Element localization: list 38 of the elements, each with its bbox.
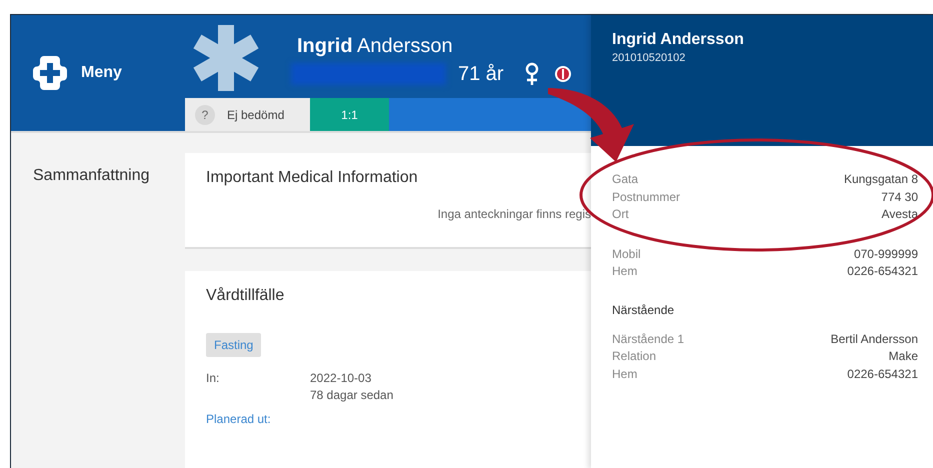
planned-out-link[interactable]: Planerad ut: [206,412,271,426]
field-value: 2022-10-03 [310,371,372,385]
detail-value: 0226-654321 [847,263,918,280]
female-icon [524,62,540,86]
field-label: In: [206,371,220,387]
sidebar-title[interactable]: Sammanfattning [33,167,150,184]
menu-button[interactable]: Meny [31,54,122,92]
section-heading: Närstående [612,302,676,316]
detail-label: Postnummer [612,188,680,206]
panel-name: Ingrid Andersson [612,31,745,49]
triage-tab[interactable]: ? Ej bedömd [185,98,310,131]
detail-value: 0226-654321 [847,366,918,382]
detail-value: Bertil Andersson [830,330,918,348]
detail-value: Avesta [882,206,918,223]
detail-label: Relation [612,348,656,365]
fasting-tag: Fasting [206,333,262,357]
detail-label: Gata [612,171,638,188]
field-value: 78 dagar sedan [310,388,394,402]
star-of-life-icon [193,25,259,91]
detail-value: 070-999999 [854,246,918,262]
warning-badge-icon [554,65,572,83]
detail-label: Hem [612,366,638,382]
card-title: Vårdtillfälle [206,287,286,305]
empty-message: Inga anteckningar finns regis [436,207,591,221]
plus-icon [31,54,69,92]
detail-label: Mobil [612,246,641,262]
detail-value: Make [888,348,918,365]
detail-label: Ort [612,206,629,223]
triage-label: Ej bedömd [227,108,284,122]
detail-value: 774 30 [881,188,918,206]
question-icon: ? [195,104,215,124]
patient-age: 71 år [458,62,504,86]
detail-label: Närstående 1 [612,330,684,348]
detail-label: Hem [612,263,638,280]
detail-value: Kungsgatan 8 [844,171,918,188]
card-title: Important Medical Information [206,169,419,187]
personal-number: 201010520102 [612,52,686,64]
patient-name: Ingrid Andersson [297,35,454,58]
